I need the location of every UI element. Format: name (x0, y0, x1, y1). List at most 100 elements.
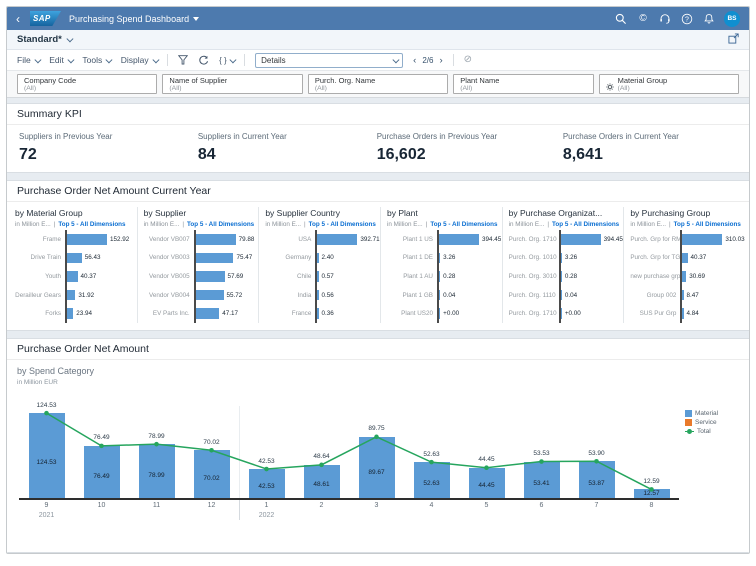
kpi-tile[interactable]: Suppliers in Previous Year 72 (19, 132, 198, 164)
mini-bar[interactable] (195, 271, 225, 282)
search-icon[interactable] (614, 12, 628, 26)
notifications-icon[interactable] (702, 12, 716, 26)
mini-bar-track: 23.94 (65, 304, 134, 323)
mini-value-label: 0.28 (564, 272, 578, 280)
mini-chart-subheader: in Million E... | Top 5 - All Dimensions (144, 221, 256, 228)
mini-bar[interactable] (317, 308, 319, 319)
filter-purch-org-name[interactable]: Purch. Org. Name (All) (307, 74, 449, 94)
kpi-tile[interactable]: Purchase Orders in Current Year 8,641 (563, 132, 749, 164)
mini-bar[interactable] (682, 271, 687, 282)
mini-bar-row: Vendor VB004 55.72 (144, 285, 256, 305)
avatar[interactable]: BS (724, 10, 740, 27)
menu-display[interactable]: Display (121, 55, 159, 65)
material-bar[interactable] (28, 413, 65, 498)
mini-bar[interactable] (317, 289, 319, 301)
mini-bar[interactable] (682, 289, 684, 301)
top5-all-dimensions-link[interactable]: Top 5 - All Dimensions (187, 221, 254, 228)
material-bar[interactable] (138, 444, 175, 498)
mini-bar[interactable] (682, 234, 723, 245)
material-bar[interactable] (83, 445, 120, 498)
top5-all-dimensions-link[interactable]: Top 5 - All Dimensions (552, 221, 619, 228)
filter-company-code[interactable]: Company Code (All) (17, 74, 158, 94)
mini-bar[interactable] (560, 289, 562, 301)
month-label: 11 (152, 502, 161, 510)
legend-item-total[interactable]: Total (685, 428, 743, 435)
mini-chart: by Material Group in Million E... | Top 5 -… (15, 207, 137, 323)
legend-item-service[interactable]: Service (685, 418, 743, 426)
open-in-new-icon[interactable] (728, 31, 739, 49)
mini-bar[interactable] (438, 252, 441, 264)
legend-label: Material (695, 409, 719, 417)
mini-bar[interactable] (67, 308, 74, 319)
mini-bar[interactable] (67, 234, 107, 245)
mini-bar[interactable] (560, 234, 601, 245)
mini-category-label: Vendor VB004 (149, 291, 190, 299)
mini-bar[interactable] (195, 252, 234, 264)
filter-plant-name[interactable]: Plant Name (All) (453, 74, 594, 94)
kpi-label: Suppliers in Previous Year (19, 132, 113, 141)
year-label: 2021 (38, 512, 55, 520)
menu-edit[interactable]: Edit (49, 55, 74, 65)
filter-icon[interactable] (178, 55, 189, 65)
mini-bar-track: 0.28 (558, 267, 621, 286)
top5-all-dimensions-link[interactable]: Top 5 - All Dimensions (430, 221, 497, 228)
mini-bar[interactable] (67, 252, 82, 264)
mini-bar-track: 0.57 (315, 267, 377, 286)
divider: | (53, 221, 56, 228)
menu-tools[interactable]: Tools (82, 55, 113, 65)
kpi-row: Suppliers in Previous Year 72 Suppliers i… (7, 125, 749, 172)
filter-name-of-supplier[interactable]: Name of Supplier (All) (162, 74, 303, 94)
mini-bar[interactable] (682, 308, 684, 319)
mini-bar[interactable] (317, 234, 358, 245)
material-bar[interactable] (358, 436, 395, 498)
mini-bar-track: 30.69 (680, 267, 742, 286)
copilot-icon[interactable]: © (636, 12, 650, 26)
chart-unit: in Million EUR (17, 378, 58, 386)
mini-bar[interactable] (317, 271, 319, 282)
mini-bar[interactable] (438, 234, 479, 245)
mini-bar[interactable] (560, 252, 562, 264)
refresh-icon[interactable] (198, 55, 209, 66)
headset-icon[interactable] (658, 12, 672, 26)
variant-selector[interactable]: Standard* (17, 34, 74, 45)
mini-category-label: Frame (42, 235, 61, 243)
filter-material-group[interactable]: Material Group (All) (598, 74, 740, 94)
mini-category-label: Purch. Org. 3010 (508, 272, 557, 280)
top5-all-dimensions-link[interactable]: Top 5 - All Dimensions (58, 221, 125, 228)
help-icon[interactable]: ? (680, 12, 694, 26)
mini-bar[interactable] (317, 252, 319, 264)
app-title-menu[interactable]: Purchasing Spend Dashboard (69, 14, 200, 24)
menu-file[interactable]: File (17, 55, 41, 65)
kpi-tile[interactable]: Suppliers in Current Year 84 (198, 132, 377, 164)
month-label: 9 (44, 502, 49, 510)
back-icon[interactable]: ‹ (16, 13, 20, 25)
mini-chart-subheader: in Million E... | Top 5 - All Dimensions (387, 221, 499, 228)
material-value-label: 52.63 (423, 479, 440, 487)
material-value-label: 53.87 (588, 479, 605, 487)
details-dropdown[interactable]: Details (255, 52, 404, 68)
mini-value-label: 79.88 (238, 235, 255, 243)
divider: | (304, 221, 306, 228)
mini-bar[interactable] (195, 234, 236, 245)
top5-all-dimensions-link[interactable]: Top 5 - All Dimensions (309, 221, 376, 228)
next-page-icon[interactable]: › (439, 55, 442, 66)
mini-chart: by Purchase Organizat... in Million E... |… (501, 207, 624, 323)
code-icon[interactable]: { } (219, 56, 236, 65)
mini-bar[interactable] (438, 308, 441, 319)
mini-bar[interactable] (438, 289, 441, 301)
mini-bar[interactable] (195, 308, 220, 319)
mini-bar[interactable] (560, 308, 562, 319)
mini-bar[interactable] (438, 271, 441, 282)
prev-page-icon[interactable]: ‹ (413, 55, 416, 66)
mini-bar[interactable] (560, 271, 562, 282)
mini-bar[interactable] (67, 289, 76, 301)
mini-bar[interactable] (67, 271, 78, 282)
mini-value-label: +0.00 (443, 310, 460, 318)
mini-bar[interactable] (195, 289, 224, 301)
legend-item-material[interactable]: Material (685, 409, 743, 417)
mini-bar[interactable] (682, 252, 688, 264)
mini-bar-track: 55.72 (193, 285, 256, 305)
gear-icon (605, 78, 614, 92)
kpi-tile[interactable]: Purchase Orders in Previous Year 16,602 (377, 132, 563, 164)
top5-all-dimensions-link[interactable]: Top 5 - All Dimensions (674, 221, 741, 228)
